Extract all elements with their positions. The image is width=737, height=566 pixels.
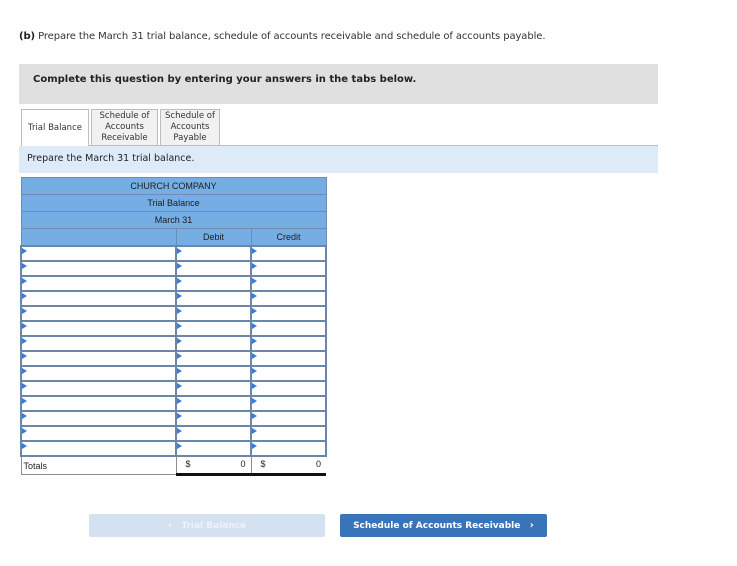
previous-tab-button[interactable]: ‹ Trial Balance [89, 514, 325, 537]
account-input[interactable] [20, 290, 177, 307]
tab-label: Payable [173, 133, 207, 143]
totals-row: Totals $0 $0 [20, 455, 326, 476]
credit-input[interactable] [250, 365, 327, 382]
debit-input[interactable] [175, 440, 252, 457]
next-tab-label: Schedule of Accounts Receivable [353, 520, 521, 531]
account-input[interactable] [20, 425, 177, 442]
total-credit: $0 [250, 455, 326, 476]
tab-label: Accounts [105, 122, 144, 132]
credit-input[interactable] [250, 305, 327, 322]
sub-instruction-text: Prepare the March 31 trial balance. [27, 153, 195, 164]
table-row [20, 335, 327, 352]
currency-symbol: $ [185, 459, 191, 469]
table-row [20, 245, 327, 262]
column-header-account [20, 228, 177, 247]
table-row [20, 275, 327, 292]
credit-input[interactable] [250, 350, 327, 367]
previous-tab-label: Trial Balance [181, 520, 247, 531]
account-input[interactable] [20, 305, 177, 322]
instruction-banner: Complete this question by entering your … [19, 64, 658, 104]
table-row [20, 350, 327, 367]
total-debit: $0 [175, 455, 251, 476]
statement-title: Trial Balance [20, 194, 327, 212]
debit-input[interactable] [175, 380, 252, 397]
question-prompt: (b) Prepare the March 31 trial balance, … [19, 31, 546, 42]
debit-input[interactable] [175, 350, 252, 367]
company-name: CHURCH COMPANY [20, 177, 327, 195]
account-input[interactable] [20, 335, 177, 352]
account-input[interactable] [20, 350, 177, 367]
statement-date: March 31 [20, 211, 327, 229]
credit-input[interactable] [250, 245, 327, 262]
table-row [20, 410, 327, 427]
table-row [20, 395, 327, 412]
debit-input[interactable] [175, 425, 252, 442]
next-tab-button[interactable]: Schedule of Accounts Receivable › [340, 514, 547, 537]
total-credit-value: 0 [315, 459, 321, 469]
debit-input[interactable] [175, 335, 252, 352]
tab-bar: Trial Balance Schedule of Accounts Receiva… [21, 109, 222, 147]
debit-input[interactable] [175, 395, 252, 412]
account-input[interactable] [20, 380, 177, 397]
credit-input[interactable] [250, 275, 327, 292]
tab-trial-balance[interactable]: Trial Balance [21, 109, 89, 147]
credit-input[interactable] [250, 260, 327, 277]
debit-input[interactable] [175, 275, 252, 292]
credit-input[interactable] [250, 395, 327, 412]
chevron-right-icon: › [529, 520, 534, 531]
credit-input[interactable] [250, 410, 327, 427]
debit-input[interactable] [175, 245, 252, 262]
total-debit-value: 0 [240, 459, 246, 469]
totals-label: Totals [20, 455, 177, 475]
credit-input[interactable] [250, 320, 327, 337]
sub-instruction: Prepare the March 31 trial balance. [19, 146, 658, 173]
debit-input[interactable] [175, 410, 252, 427]
table-row [20, 440, 327, 457]
tab-label: Trial Balance [28, 123, 82, 133]
instruction-text: Complete this question by entering your … [33, 74, 417, 85]
table-row [20, 380, 327, 397]
account-input[interactable] [20, 320, 177, 337]
debit-input[interactable] [175, 305, 252, 322]
part-label: (b) [19, 31, 35, 42]
prompt-text: Prepare the March 31 trial balance, sche… [38, 31, 546, 42]
tab-label: Receivable [101, 133, 148, 143]
column-header-credit: Credit [250, 228, 327, 247]
tab-label: Accounts [170, 122, 210, 132]
account-input[interactable] [20, 365, 177, 382]
tab-label: Schedule of [165, 111, 215, 121]
trial-balance-table: CHURCH COMPANY Trial Balance March 31 De… [20, 177, 327, 476]
currency-symbol: $ [260, 459, 266, 469]
account-input[interactable] [20, 260, 177, 277]
tab-label: Schedule of [99, 111, 150, 121]
tab-schedule-accounts-payable[interactable]: Schedule of Accounts Payable [160, 109, 220, 146]
table-row [20, 260, 327, 277]
credit-input[interactable] [250, 290, 327, 307]
credit-input[interactable] [250, 425, 327, 442]
debit-input[interactable] [175, 365, 252, 382]
tab-schedule-accounts-receivable[interactable]: Schedule of Accounts Receivable [91, 109, 158, 146]
table-row [20, 425, 327, 442]
account-input[interactable] [20, 395, 177, 412]
debit-input[interactable] [175, 290, 252, 307]
table-row [20, 320, 327, 337]
account-input[interactable] [20, 245, 177, 262]
chevron-left-icon: ‹ [167, 520, 172, 531]
debit-input[interactable] [175, 320, 252, 337]
account-input[interactable] [20, 440, 177, 457]
table-row [20, 305, 327, 322]
table-row [20, 365, 327, 382]
column-header-debit: Debit [175, 228, 252, 247]
account-input[interactable] [20, 275, 177, 292]
credit-input[interactable] [250, 335, 327, 352]
account-input[interactable] [20, 410, 177, 427]
table-row [20, 290, 327, 307]
credit-input[interactable] [250, 440, 327, 457]
debit-input[interactable] [175, 260, 252, 277]
credit-input[interactable] [250, 380, 327, 397]
